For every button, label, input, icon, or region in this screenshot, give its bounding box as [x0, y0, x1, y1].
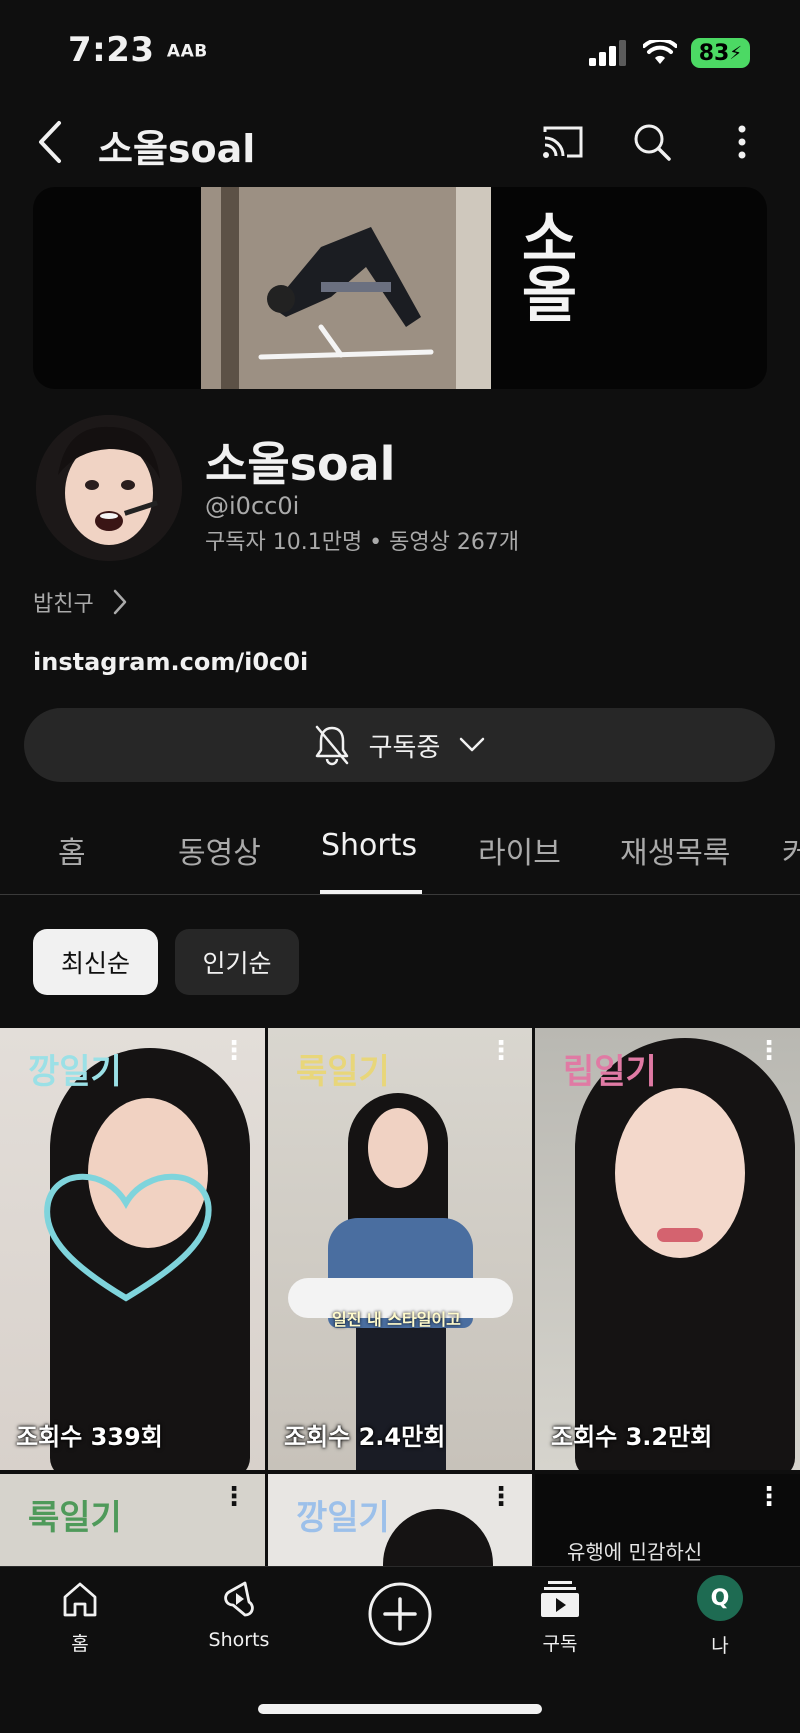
thumbnail-lips	[657, 1228, 703, 1242]
sort-popular-chip[interactable]: 인기순	[175, 929, 299, 995]
description-text: 밥친구	[33, 592, 94, 617]
short-title: 깡일기	[28, 1052, 122, 1092]
more-vertical-icon	[738, 125, 746, 159]
short-more-button[interactable]: ⋮	[756, 1038, 782, 1064]
channel-handle: @i0cc0i	[205, 492, 300, 520]
short-tile[interactable]: 룩일기 일진 내 스타일이고 ⋮ 조회수 2.4만회	[268, 1028, 532, 1470]
search-icon	[634, 124, 671, 161]
tab-videos[interactable]: 동영상	[178, 828, 261, 872]
channel-banner: 소올	[33, 187, 767, 389]
wifi-icon	[642, 40, 677, 64]
shorts-icon	[224, 1581, 254, 1617]
chevron-down-icon	[460, 737, 485, 752]
more-options-button[interactable]	[724, 118, 760, 166]
nav-you-label: 나	[711, 1635, 729, 1657]
channel-link[interactable]: instagram.com/i0c0i	[33, 648, 308, 676]
status-time: 7:23 AAB	[68, 30, 208, 70]
page-title: 소올soal	[98, 127, 256, 171]
short-tile[interactable]: 유행에 민감하신 ⋮	[535, 1474, 800, 1566]
heart-doodle	[44, 1173, 212, 1302]
short-more-button[interactable]: ⋮	[221, 1484, 247, 1510]
chevron-right-icon	[113, 589, 126, 615]
nav-subscriptions[interactable]: 구독	[500, 1579, 620, 1656]
short-more-button[interactable]: ⋮	[488, 1484, 514, 1510]
tab-playlists[interactable]: 재생목록	[620, 828, 730, 872]
sort-newest-chip[interactable]: 최신순	[33, 929, 158, 995]
nav-home[interactable]: 홈	[20, 1579, 140, 1656]
battery-indicator: 83 ⚡	[690, 38, 750, 68]
nav-home-label: 홈	[71, 1633, 89, 1655]
cast-icon	[543, 126, 583, 158]
banner-text: 소올	[509, 207, 579, 319]
short-title: 룩일기	[296, 1052, 390, 1092]
channel-name: 소올soal	[205, 437, 396, 491]
active-tab-indicator	[320, 890, 422, 894]
tab-home[interactable]: 홈	[58, 828, 86, 872]
nav-shorts[interactable]: Shorts	[179, 1579, 299, 1651]
short-more-button[interactable]: ⋮	[756, 1484, 782, 1510]
short-more-button[interactable]: ⋮	[488, 1038, 514, 1064]
channel-tabs: 홈 동영상 Shorts 라이브 재생목록 커	[0, 820, 800, 895]
subscribed-button[interactable]: 구독중	[24, 708, 775, 782]
short-more-button[interactable]: ⋮	[221, 1038, 247, 1064]
short-tile[interactable]: 립일기 ⋮ 조회수 3.2만회	[535, 1028, 800, 1470]
subscriptions-icon	[541, 1581, 579, 1617]
home-indicator	[258, 1704, 542, 1714]
nav-you[interactable]: Q 나	[660, 1575, 780, 1658]
tab-community[interactable]: 커	[782, 828, 800, 872]
search-button[interactable]	[628, 118, 676, 166]
short-caption: 유행에 민감하신	[567, 1540, 703, 1564]
short-tile[interactable]: 깡일기 ⋮	[268, 1474, 532, 1566]
avatar-letter: Q	[710, 1585, 730, 1611]
short-title: 립일기	[563, 1052, 657, 1092]
short-views: 조회수 3.2만회	[551, 1423, 713, 1451]
cast-button[interactable]	[536, 118, 590, 166]
nav-shorts-label: Shorts	[208, 1629, 270, 1651]
avatar-face	[36, 415, 182, 561]
back-button[interactable]	[30, 116, 70, 168]
plus-circle-icon	[368, 1582, 432, 1646]
channel-avatar[interactable]	[36, 415, 182, 561]
short-caption: 일진 내 스타일이고	[332, 1310, 461, 1329]
status-badge: AAB	[166, 41, 208, 62]
short-tile[interactable]: 깡일기 ⋮ 조회수 339회	[0, 1028, 265, 1470]
chevron-left-icon	[39, 121, 61, 163]
status-icons: 83 ⚡	[588, 38, 750, 68]
bell-off-icon	[315, 725, 348, 766]
subscribed-label: 구독중	[368, 732, 441, 763]
home-icon	[63, 1582, 97, 1617]
short-title: 깡일기	[296, 1498, 390, 1538]
channel-stats: 구독자 10.1만명 • 동영상 267개	[205, 530, 520, 555]
tab-live[interactable]: 라이브	[478, 828, 561, 872]
user-avatar: Q	[697, 1575, 743, 1621]
thumbnail-hair	[383, 1509, 493, 1566]
nav-subscriptions-label: 구독	[542, 1633, 578, 1655]
thumbnail-face	[368, 1108, 428, 1188]
short-views: 조회수 2.4만회	[284, 1423, 446, 1451]
short-title: 룩일기	[28, 1498, 122, 1538]
channel-description[interactable]: 밥친구	[33, 586, 128, 618]
short-tile[interactable]: 룩일기 ⋮	[0, 1474, 265, 1566]
banner-figure	[201, 187, 491, 389]
banner-photo	[201, 187, 491, 389]
tab-shorts[interactable]: Shorts	[321, 828, 417, 863]
nav-create[interactable]	[340, 1581, 460, 1647]
short-views: 조회수 339회	[16, 1423, 163, 1451]
cellular-signal-icon	[588, 40, 626, 66]
